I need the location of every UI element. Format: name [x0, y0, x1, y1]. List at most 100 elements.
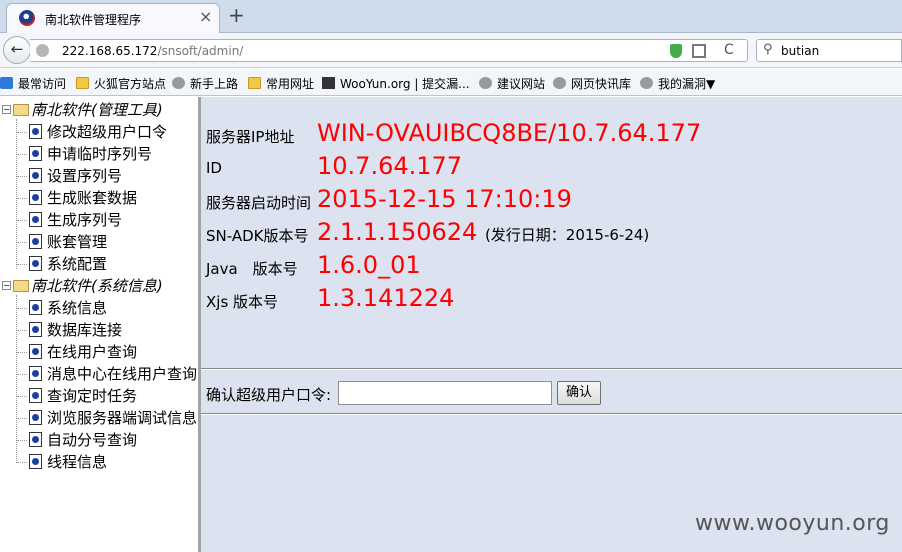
tree-item[interactable]: 账套管理 — [29, 231, 107, 253]
watermark: www.wooyun.org — [695, 511, 890, 536]
page-icon — [29, 344, 42, 359]
tab-close-icon[interactable]: × — [199, 9, 212, 25]
tree-item-label: 线程信息 — [47, 453, 108, 471]
bookmark-label: 最常访问 — [18, 77, 67, 91]
bookmark-label: 建议网站 — [497, 77, 546, 91]
tree-item[interactable]: 数据库连接 — [29, 319, 122, 341]
tree-item-label: 消息中心在线用户查询 — [47, 365, 198, 383]
bookmark-item[interactable]: WooYun.org | 提交漏... — [322, 75, 470, 92]
confirm-button[interactable]: 确认 — [557, 381, 601, 405]
tree-item-label: 申请临时序列号 — [47, 145, 153, 163]
qr-code-icon[interactable] — [692, 44, 706, 58]
tree-group-system-info[interactable]: − 南北软件(系统信息) — [2, 275, 163, 297]
tree-item[interactable]: 设置序列号 — [29, 165, 122, 187]
tree-item-label: 系统配置 — [47, 255, 108, 273]
tree-item-label: 在线用户查询 — [47, 343, 138, 361]
tree-guide-line — [16, 295, 17, 463]
bookmark-label: 火狐官方站点 — [94, 77, 167, 91]
tree-item[interactable]: 系统信息 — [29, 297, 107, 319]
search-input[interactable]: butian — [781, 44, 819, 58]
url-text[interactable]: 222.168.65.172/snsoft/admin/ — [62, 44, 243, 58]
divider — [201, 368, 902, 370]
globe-icon — [479, 77, 492, 89]
bookmarks-bar: 最常访问 火狐官方站点 新手上路 常用网址 WooYun.org | 提交漏..… — [0, 69, 902, 96]
page-icon — [29, 432, 42, 447]
search-box[interactable]: ⚲ butian — [756, 39, 902, 62]
tree-item[interactable]: 线程信息 — [29, 451, 107, 473]
navigation-bar: ← 222.168.65.172/snsoft/admin/ C ⚲ butia… — [0, 33, 902, 68]
address-bar[interactable]: 222.168.65.172/snsoft/admin/ C — [30, 39, 748, 62]
tree-item-label: 生成账套数据 — [47, 189, 138, 207]
bookmark-label: 网页快讯库 — [571, 77, 632, 91]
tree-guide-line — [17, 330, 27, 331]
tree-item-label: 修改超级用户口令 — [47, 123, 168, 141]
page-icon — [29, 410, 42, 425]
collapse-icon[interactable]: − — [2, 281, 11, 290]
page-icon — [29, 300, 42, 315]
new-tab-icon[interactable]: + — [228, 5, 245, 25]
confirm-password-input[interactable] — [338, 381, 552, 405]
tree-guide-line — [17, 154, 27, 155]
globe-icon — [36, 44, 49, 57]
tree-item-label: 生成序列号 — [47, 211, 123, 229]
bookmark-label: WooYun.org | 提交漏... — [340, 77, 470, 91]
divider — [201, 413, 902, 415]
bookmark-item[interactable]: 建议网站 — [479, 75, 545, 92]
tree-guide-line — [17, 132, 27, 133]
tree-item[interactable]: 消息中心在线用户查询 — [29, 363, 197, 385]
tree-item[interactable]: 系统配置 — [29, 253, 107, 275]
folder-icon — [248, 77, 261, 89]
tree-guide-line — [17, 462, 27, 463]
tree-item-label: 数据库连接 — [47, 321, 123, 339]
globe-icon — [553, 77, 566, 89]
tree-item-label: 账套管理 — [47, 233, 108, 251]
bookmark-item[interactable]: 新手上路 — [172, 75, 238, 92]
bookmark-label: 我的漏洞▼ — [658, 77, 716, 91]
java-version-label: Java 版本号 — [206, 260, 298, 278]
folder-icon — [76, 77, 89, 89]
tree-item[interactable]: 修改超级用户口令 — [29, 121, 167, 143]
bookmark-item[interactable]: 火狐官方站点 — [76, 75, 166, 92]
refresh-icon[interactable]: C — [724, 42, 734, 58]
java-version-value: 1.6.0_01 — [317, 251, 421, 279]
search-icon: ⚲ — [763, 42, 773, 57]
tree-guide-line — [17, 374, 27, 375]
tree-guide-line — [17, 440, 27, 441]
page-icon — [29, 256, 42, 271]
tree-item-label: 自动分号查询 — [47, 431, 138, 449]
tab-bar: 南北软件管理程序 × + — [0, 0, 902, 33]
start-time-label: 服务器启动时间 — [206, 194, 312, 212]
xjs-version-label: Xjs 版本号 — [206, 293, 279, 311]
tree-guide-line — [17, 198, 27, 199]
tree-item[interactable]: 生成序列号 — [29, 209, 122, 231]
tree-item[interactable]: 申请临时序列号 — [29, 143, 152, 165]
shield-icon[interactable] — [670, 44, 682, 58]
bookmark-item[interactable]: 我的漏洞▼ — [640, 75, 715, 92]
bookmark-item[interactable]: 常用网址 — [248, 75, 314, 92]
tree-guide-line — [17, 242, 27, 243]
start-time-value: 2015-12-15 17:10:19 — [317, 185, 572, 213]
collapse-icon[interactable]: − — [2, 105, 11, 114]
tree-item-label: 查询定时任务 — [47, 387, 138, 405]
browser-tab[interactable]: 南北软件管理程序 × — [6, 3, 220, 33]
folder-open-icon — [13, 104, 29, 116]
page-icon — [29, 168, 42, 183]
bookmark-item[interactable]: 网页快讯库 — [553, 75, 631, 92]
tree-item[interactable]: 在线用户查询 — [29, 341, 137, 363]
page-icon — [29, 388, 42, 403]
site-favicon-icon — [19, 10, 35, 26]
tree-guide-line — [17, 264, 27, 265]
sn-adk-version-value: 2.1.1.150624 (发行日期：2015-6-24) — [317, 218, 649, 246]
content-panel: 服务器IP地址 WIN-OVAUIBCQ8BE/10.7.64.177 ID 1… — [201, 97, 902, 552]
folder-open-icon — [13, 280, 29, 292]
tree-item[interactable]: 自动分号查询 — [29, 429, 137, 451]
bookmark-item[interactable]: 最常访问 — [0, 75, 66, 92]
tree-group-admin-tools[interactable]: − 南北软件(管理工具) — [2, 99, 163, 121]
tree-item[interactable]: 查询定时任务 — [29, 385, 137, 407]
tree-item[interactable]: 浏览服务器端调试信息 — [29, 407, 197, 429]
back-button[interactable]: ← — [3, 36, 31, 64]
tab-title: 南北软件管理程序 — [45, 13, 142, 27]
tree-guide-line — [17, 352, 27, 353]
tree-item[interactable]: 生成账套数据 — [29, 187, 137, 209]
tree-guide-line — [17, 308, 27, 309]
